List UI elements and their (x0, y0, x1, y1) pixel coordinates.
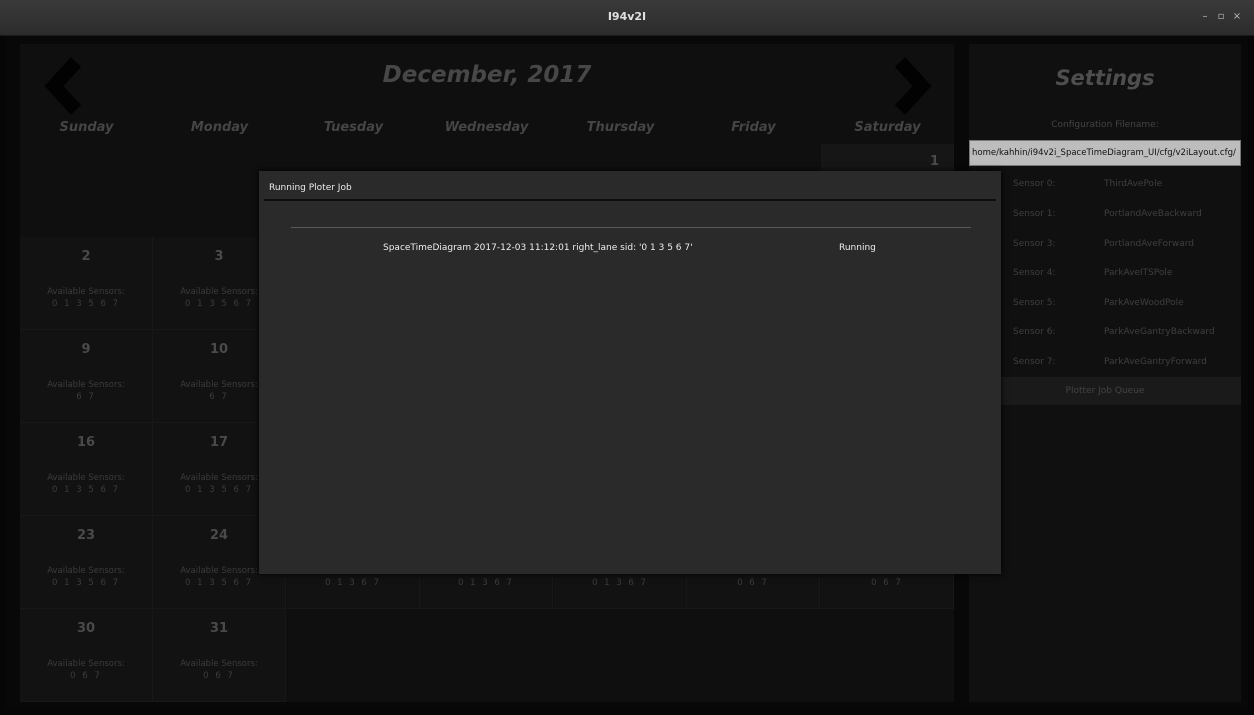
window-titlebar: I94v2I – ▫ × (0, 0, 1254, 36)
dialog-divider (264, 199, 996, 201)
plotter-job-queue-button[interactable]: Plotter Job Queue (969, 377, 1241, 405)
available-sensors-list: 0 1 3 5 6 7 (185, 578, 253, 588)
available-sensors-label: Available Sensors: (47, 566, 125, 576)
dialog-title: Running Ploter Job (269, 183, 352, 193)
sensor-label: Sensor 5: (1013, 298, 1056, 308)
calendar-day-cell[interactable]: 31 Available Sensors: 0 6 7 (153, 609, 286, 702)
day-number: 9 (81, 342, 91, 357)
sensor-row: Sensor 5: ParkAveWoodPole (969, 289, 1241, 318)
day-number: 16 (76, 435, 96, 450)
weekday-header: Saturday (854, 120, 921, 135)
sensor-value: ParkAveGantryForward (1104, 357, 1207, 367)
available-sensors-list: 0 6 7 (70, 671, 102, 681)
settings-panel: Settings Configuration Filename: /home/k… (969, 44, 1241, 702)
available-sensors-list: 0 6 7 (203, 671, 235, 681)
available-sensors-list: 6 7 (76, 392, 96, 402)
available-sensors-list: 0 1 3 6 7 (458, 578, 514, 588)
sensor-label: Sensor 3: (1013, 239, 1056, 249)
sensor-value: ThirdAvePole (1104, 179, 1163, 189)
available-sensors-list: 0 1 3 6 7 (592, 578, 648, 588)
close-icon[interactable]: × (1230, 10, 1244, 24)
month-title: December, 2017 (382, 62, 592, 88)
calendar-day-cell[interactable]: 9 Available Sensors: 6 7 (20, 330, 153, 423)
sensor-value: ParkAveITSPole (1104, 268, 1173, 278)
available-sensors-label: Available Sensors: (47, 659, 125, 669)
day-number: 1 (929, 154, 939, 169)
weekday-header: Friday (731, 120, 776, 135)
weekday-header: Wednesday (444, 120, 529, 135)
sensor-value: ParkAveGantryBackward (1104, 327, 1215, 337)
maximize-icon[interactable]: ▫ (1214, 10, 1228, 24)
day-number: 30 (76, 621, 96, 636)
sensor-row: Sensor 6: ParkAveGantryBackward (969, 318, 1241, 347)
calendar-day-cell[interactable]: 23 Available Sensors: 0 1 3 5 6 7 (20, 516, 153, 609)
sensor-label: Sensor 6: (1013, 327, 1056, 337)
window-title: I94v2I (607, 10, 647, 23)
day-number: 23 (76, 528, 96, 543)
sensor-row: Sensor 7: ParkAveGantryForward (969, 348, 1241, 377)
available-sensors-list: 0 6 7 (871, 578, 903, 588)
weekday-header: Sunday (59, 120, 114, 135)
weekday-header: Monday (190, 120, 249, 135)
sensor-value: PortlandAveBackward (1104, 209, 1202, 219)
calendar-day-cell[interactable]: 2 Available Sensors: 0 1 3 5 6 7 (20, 237, 153, 330)
sensor-value: ParkAveWoodPole (1104, 298, 1184, 308)
config-filename-input[interactable]: /home/kahhin/i94v2i_SpaceTimeDiagram_UI/… (969, 140, 1241, 166)
sensor-label: Sensor 4: (1013, 268, 1056, 278)
available-sensors-list: 0 1 3 5 6 7 (52, 578, 120, 588)
job-name: SpaceTimeDiagram 2017-12-03 11:12:01 rig… (383, 243, 693, 253)
sensor-value: PortlandAveForward (1104, 239, 1194, 249)
job-row[interactable]: SpaceTimeDiagram 2017-12-03 11:12:01 rig… (291, 241, 971, 257)
day-number: 2 (81, 249, 91, 264)
available-sensors-list: 0 6 7 (737, 578, 769, 588)
minimize-icon[interactable]: – (1198, 10, 1212, 24)
available-sensors-list: 0 1 3 5 6 7 (52, 485, 120, 495)
sensor-row: Sensor 3: PortlandAveForward (969, 230, 1241, 259)
available-sensors-list: 0 1 3 5 6 7 (52, 299, 120, 309)
available-sensors-label: Available Sensors: (47, 473, 125, 483)
job-status: Running (839, 243, 876, 253)
sensor-label: Sensor 1: (1013, 209, 1056, 219)
config-filename-label: Configuration Filename: (1051, 120, 1159, 130)
available-sensors-list: 0 1 3 6 7 (325, 578, 381, 588)
sensor-row: Sensor 4: ParkAveITSPole (969, 259, 1241, 288)
weekday-header: Tuesday (323, 120, 384, 135)
settings-title: Settings (1055, 66, 1155, 90)
job-list-header-line (291, 227, 971, 228)
day-number: 31 (209, 621, 229, 636)
sensor-row: Sensor 0: ThirdAvePole (969, 170, 1241, 199)
sensor-label: Sensor 0: (1013, 179, 1056, 189)
calendar-day-cell[interactable]: 16 Available Sensors: 0 1 3 5 6 7 (20, 423, 153, 516)
running-job-dialog: Running Ploter Job SpaceTimeDiagram 2017… (259, 171, 1001, 574)
available-sensors-label: Available Sensors: (47, 287, 125, 297)
available-sensors-label: Available Sensors: (180, 659, 258, 669)
sensor-label: Sensor 7: (1013, 357, 1056, 367)
available-sensors-label: Available Sensors: (47, 380, 125, 390)
weekday-header: Thursday (586, 120, 655, 135)
calendar-day-cell[interactable]: 30 Available Sensors: 0 6 7 (20, 609, 153, 702)
sensor-row: Sensor 1: PortlandAveBackward (969, 200, 1241, 229)
